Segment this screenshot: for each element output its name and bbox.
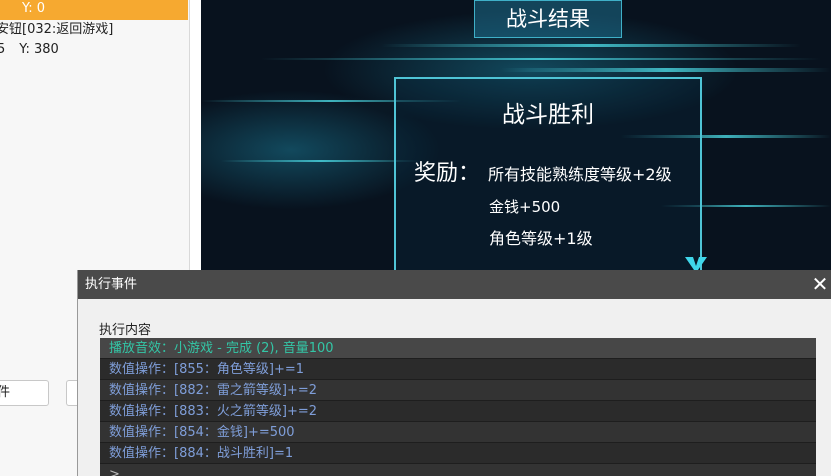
execute-event-dialog: 执行事件 ✕ 执行内容 播放音效：小游戏 - 完成 (2), 音量100 数值操… [77,270,831,476]
command-row-play-sound[interactable]: 播放音效：小游戏 - 完成 (2), 音量100 [100,338,816,359]
event-button[interactable]: 件 [0,380,49,406]
list-item-x-value: 5 [0,42,6,57]
dialog-titlebar[interactable]: 执行事件 ✕ [78,270,831,299]
reward-item: 金钱+500 [489,198,561,216]
list-item[interactable]: 安钮[032:返回游戏] [0,21,113,39]
list-item-label: 安钮[032:返回游戏] [0,22,114,37]
command-row[interactable]: 数值操作：[882：雷之箭等级]+=2 [100,380,816,401]
result-panel: 战斗胜利 奖励： 所有技能熟练度等级+2级 金钱+500 角色等级+1级 [394,77,702,270]
list-item-y-value: Y: 380 [19,42,59,57]
event-button-label: 件 [0,385,11,400]
reward-item: 角色等级+1级 [489,229,593,248]
light-beam [261,58,821,60]
list-item-label: Y: 0 [22,1,45,16]
command-row[interactable]: 数值操作：[883：火之箭等级]+=2 [100,401,816,422]
reward-label: 奖励： [414,161,481,186]
command-row-end[interactable]: > [100,464,816,476]
list-item-selected[interactable]: Y: 0 [0,0,188,20]
result-title-banner: 战斗结果 [474,0,622,38]
command-row[interactable]: 数值操作：[855：角色等级]+=1 [100,359,816,380]
command-row[interactable]: 数值操作：[884：战斗胜利]=1 [100,443,816,464]
result-heading: 战斗结果 [506,7,590,31]
command-list[interactable]: 播放音效：小游戏 - 完成 (2), 音量100 数值操作：[855：角色等级]… [100,338,816,476]
victory-title: 战斗胜利 [502,102,594,128]
light-beam [501,68,831,72]
list-item[interactable]: 5 Y: 380 [0,41,59,59]
dialog-title: 执行事件 [85,277,138,292]
chevron-down-icon [685,257,707,270]
content-label: 执行内容 [99,323,152,338]
close-icon[interactable]: ✕ [809,273,831,295]
command-row[interactable]: 数值操作：[854：金钱]+=500 [100,422,816,443]
reward-item: 所有技能熟练度等级+2级 [488,165,672,184]
light-beam [221,160,421,162]
game-preview: 战斗结果 战斗胜利 奖励： 所有技能熟练度等级+2级 金钱+500 角色等级+1… [201,0,831,270]
light-beam [381,44,801,47]
